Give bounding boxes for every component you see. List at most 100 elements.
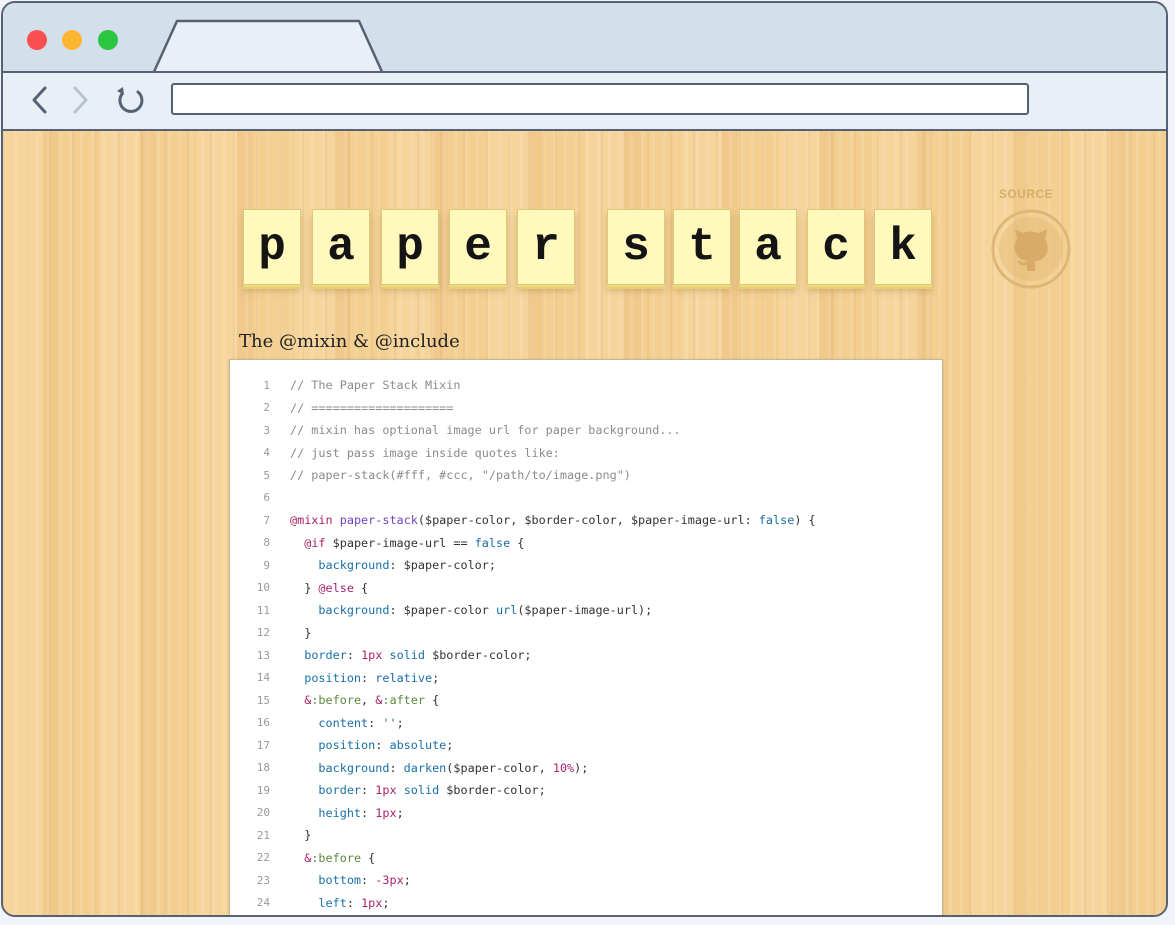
code-text: height: 1px; (270, 805, 403, 820)
code-token: : (361, 783, 376, 798)
code-token: -3px (375, 873, 404, 888)
code-text: // ==================== (270, 401, 453, 415)
code-text: bottom: -3px; (270, 873, 411, 888)
code-token: position (304, 670, 362, 685)
code-line: 12 } (230, 622, 942, 645)
code-line: 13 border: 1px solid $border-color; (230, 644, 942, 667)
code-line: 18 background: darken($paper-color, 10%)… (230, 757, 942, 780)
code-token: : (368, 715, 383, 730)
code-block: 1 // The Paper Stack Mixin 2 // ===========… (229, 359, 943, 915)
code-token: ; (382, 895, 390, 910)
source-label: SOURCE (998, 187, 1054, 201)
code-token: ($paper-color, (446, 760, 553, 775)
code-text: } (270, 828, 311, 842)
code-token: ); (574, 760, 589, 775)
code-token: relative (375, 670, 433, 685)
line-number: 11 (256, 603, 270, 617)
address-bar[interactable] (171, 83, 1029, 115)
code-token: // ==================== (290, 400, 454, 415)
code-token: } (290, 828, 312, 843)
code-line: 11 background: $paper-color url($paper-i… (230, 599, 942, 622)
line-number: 18 (256, 761, 270, 775)
code-token: } (290, 580, 319, 595)
code-token: solid (403, 783, 440, 798)
logo-tile: r (517, 209, 575, 285)
code-token: paper-stack (339, 513, 418, 528)
code-line: 3 // mixin has optional image url for pap… (230, 419, 942, 442)
code-token: { (361, 850, 376, 865)
code-token: : (346, 895, 362, 910)
code-token: 1px (361, 648, 383, 663)
minimize-window-button[interactable] (62, 30, 82, 50)
code-text: // just pass image inside quotes like: (270, 446, 560, 460)
reload-button[interactable] (113, 83, 147, 117)
code-text: @if $paper-image-url == false { (270, 536, 524, 550)
code-line: 16 content: ''; (230, 712, 942, 735)
code-text: position: relative; (270, 671, 439, 685)
code-token: // The Paper Stack Mixin (290, 378, 461, 393)
code-text: background: $paper-color; (270, 558, 496, 572)
code-token: 1px (375, 805, 397, 820)
maximize-window-button[interactable] (98, 30, 118, 50)
code-token: @mixin (290, 513, 333, 528)
code-text: } @else { (270, 581, 368, 595)
line-number: 17 (256, 738, 270, 752)
code-token: 10% (552, 760, 575, 775)
line-number: 9 (263, 558, 270, 572)
line-number: 1 (263, 378, 270, 392)
code-token: // just pass image inside quotes like: (290, 445, 560, 460)
code-line: 9 background: $paper-color; (230, 554, 942, 577)
browser-tab[interactable] (151, 19, 386, 75)
back-button[interactable] (23, 83, 57, 117)
code-token: $border-color; (425, 648, 532, 663)
code-text: background: darken($paper-color, 10%); (270, 761, 588, 775)
line-number: 19 (256, 783, 270, 797)
code-token: height (318, 805, 362, 820)
code-text: border: 1px solid $border-color; (270, 648, 532, 663)
code-token: '' (382, 715, 397, 730)
code-line: 8 @if $paper-image-url == false { (230, 532, 942, 555)
code-text: // mixin has optional image url for pape… (270, 423, 681, 437)
line-number: 21 (256, 828, 270, 842)
code-token: : (389, 760, 404, 775)
logo-tile: c (807, 209, 865, 285)
code-token: ; (446, 738, 454, 753)
code-token: @else (318, 580, 354, 595)
close-window-button[interactable] (27, 30, 47, 50)
line-number: 6 (263, 491, 270, 505)
code-line: 17 position: absolute; (230, 734, 942, 757)
code-token: :before (311, 850, 362, 865)
code-line: 19 border: 1px solid $border-color; (230, 779, 942, 802)
code-line: 14 position: relative; (230, 667, 942, 690)
forward-button[interactable] (63, 83, 97, 117)
code-token: // mixin has optional image url for pape… (290, 423, 681, 438)
line-number: 14 (256, 671, 270, 685)
code-line: 22 &:before { (230, 847, 942, 870)
code-line: 1 // The Paper Stack Mixin (230, 374, 942, 397)
code-token: ; (403, 873, 411, 888)
line-number: 23 (256, 873, 270, 887)
code-token: : (375, 738, 390, 753)
code-token: ($paper-image-url); (517, 603, 653, 618)
code-token: 1px (375, 783, 397, 798)
code-token: url (496, 603, 518, 618)
code-token: false (474, 535, 511, 550)
page-viewport: p a p e r s t a c k SOURCE The @mixin & … (3, 131, 1166, 915)
line-number: 16 (256, 716, 270, 730)
source-link[interactable]: SOURCE (987, 187, 1077, 297)
line-number: 7 (263, 513, 270, 527)
code-token: : (361, 670, 376, 685)
code-token: { (353, 580, 369, 595)
code-token: background (318, 603, 390, 618)
code-token: absolute (389, 738, 447, 753)
line-number: 2 (263, 401, 270, 415)
